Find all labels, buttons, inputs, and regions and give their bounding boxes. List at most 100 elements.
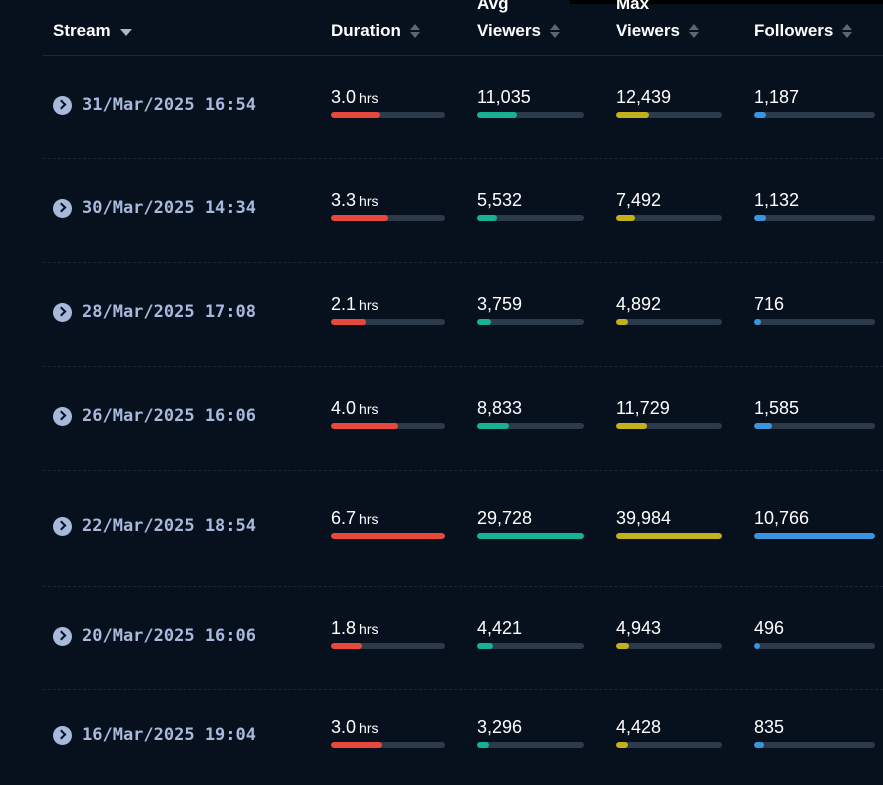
duration-number: 6.7 (331, 508, 357, 528)
expand-chevron-icon[interactable] (53, 198, 72, 218)
avg-viewers-bar-fill (477, 643, 494, 649)
followers-bar-fill (754, 423, 773, 429)
stream-link[interactable]: 20/Mar/2025 16:06 (53, 626, 256, 646)
followers-value: 1,132 (754, 190, 875, 210)
duration-bar-fill (331, 215, 388, 221)
avg-viewers-cell: 3,759 (477, 294, 584, 325)
max-viewers-cell: 12,439 (616, 87, 722, 118)
followers-cell: 1,585 (754, 398, 875, 429)
max-viewers-number: 39,984 (616, 508, 672, 528)
sort-icon[interactable] (842, 23, 853, 39)
table-row[interactable]: 26/Mar/2025 16:06 4.0 hrs 8,833 11,729 1,585 (43, 366, 883, 471)
table-row[interactable]: 22/Mar/2025 18:54 6.7 hrs 29,728 39,984 10,76… (43, 470, 883, 587)
avg-viewers-value: 8,833 (477, 398, 584, 418)
followers-cell: 1,187 (754, 87, 875, 118)
table-row[interactable]: 28/Mar/2025 17:08 2.1 hrs 3,759 4,892 716 (43, 262, 883, 367)
max-viewers-cell: 7,492 (616, 190, 722, 221)
table-row[interactable]: 30/Mar/2025 14:34 3.3 hrs 5,532 7,492 1,132 (43, 158, 883, 263)
max-viewers-bar-track (616, 533, 722, 539)
stream-date[interactable]: 26/Mar/2025 16:06 (82, 406, 256, 426)
column-header-duration-label: Duration (331, 21, 401, 40)
stream-link[interactable]: 28/Mar/2025 17:08 (53, 302, 256, 322)
max-viewers-bar-track (616, 319, 722, 325)
followers-value: 10,766 (754, 508, 875, 528)
avg-viewers-bar-fill (477, 319, 491, 325)
followers-cell: 10,766 (754, 508, 875, 539)
stream-date[interactable]: 28/Mar/2025 17:08 (82, 302, 256, 322)
expand-chevron-icon[interactable] (53, 626, 72, 646)
avg-viewers-cell: 3,296 (477, 717, 584, 748)
max-viewers-cell: 39,984 (616, 508, 722, 539)
max-viewers-bar-fill (616, 742, 628, 748)
stream-date[interactable]: 30/Mar/2025 14:34 (82, 198, 256, 218)
max-viewers-value: 12,439 (616, 87, 722, 107)
stream-date[interactable]: 20/Mar/2025 16:06 (82, 626, 256, 646)
stream-link[interactable]: 31/Mar/2025 16:54 (53, 95, 256, 115)
duration-cell: 3.3 hrs (331, 190, 445, 221)
max-viewers-bar-track (616, 215, 722, 221)
followers-cell: 835 (754, 717, 875, 748)
stream-date[interactable]: 31/Mar/2025 16:54 (82, 95, 256, 115)
stream-date[interactable]: 16/Mar/2025 19:04 (82, 725, 256, 745)
avg-viewers-value: 3,296 (477, 717, 584, 737)
duration-unit: hrs (359, 511, 379, 527)
stream-link[interactable]: 16/Mar/2025 19:04 (53, 725, 256, 745)
duration-cell: 4.0 hrs (331, 398, 445, 429)
table-row[interactable]: 16/Mar/2025 19:04 3.0 hrs 3,296 4,428 835 (43, 689, 883, 785)
followers-bar-track (754, 319, 875, 325)
followers-bar-fill (754, 112, 767, 118)
followers-bar-track (754, 112, 875, 118)
avg-viewers-bar-fill (477, 742, 489, 748)
column-header-max-viewers-line1: Max (616, 0, 650, 13)
table-row[interactable]: 31/Mar/2025 16:54 3.0 hrs 11,035 12,439 1,187 (43, 56, 883, 159)
stream-link[interactable]: 22/Mar/2025 18:54 (53, 516, 256, 536)
duration-cell: 2.1 hrs (331, 294, 445, 325)
max-viewers-bar-fill (616, 215, 636, 221)
expand-chevron-icon[interactable] (53, 516, 72, 536)
duration-bar-fill (331, 319, 367, 325)
max-viewers-value: 4,892 (616, 294, 722, 314)
duration-cell: 1.8 hrs (331, 618, 445, 649)
sort-icon[interactable] (549, 23, 560, 39)
expand-chevron-icon[interactable] (53, 406, 72, 426)
duration-number: 3.0 (331, 717, 357, 737)
expand-chevron-icon[interactable] (53, 95, 72, 115)
duration-number: 4.0 (331, 398, 357, 418)
column-header-avg-viewers-line2: Viewers (477, 21, 541, 40)
followers-value: 1,585 (754, 398, 875, 418)
avg-viewers-value: 5,532 (477, 190, 584, 210)
followers-number: 1,585 (754, 398, 800, 418)
duration-bar-track (331, 533, 445, 539)
avg-viewers-cell: 4,421 (477, 618, 584, 649)
stream-link[interactable]: 26/Mar/2025 16:06 (53, 406, 256, 426)
sort-desc-icon[interactable] (119, 28, 132, 36)
avg-viewers-bar-fill (477, 533, 584, 539)
expand-chevron-icon[interactable] (53, 302, 72, 322)
avg-viewers-number: 11,035 (477, 87, 531, 107)
avg-viewers-bar-fill (477, 112, 517, 118)
max-viewers-value: 7,492 (616, 190, 722, 210)
stream-date[interactable]: 22/Mar/2025 18:54 (82, 516, 256, 536)
expand-chevron-icon[interactable] (53, 725, 72, 745)
sort-icon[interactable] (409, 23, 420, 39)
sort-icon[interactable] (688, 23, 699, 39)
max-viewers-bar-track (616, 643, 722, 649)
max-viewers-number: 7,492 (616, 190, 662, 210)
avg-viewers-bar-track (477, 112, 584, 118)
table-row[interactable]: 20/Mar/2025 16:06 1.8 hrs 4,421 4,943 496 (43, 586, 883, 690)
duration-cell: 3.0 hrs (331, 717, 445, 748)
duration-value: 3.0 hrs (331, 717, 445, 737)
max-viewers-number: 4,943 (616, 618, 662, 638)
max-viewers-number: 12,439 (616, 87, 672, 107)
streams-table: Stream Duration Avg Viewers Max Viewers (0, 0, 883, 785)
duration-unit: hrs (359, 90, 379, 106)
followers-value: 496 (754, 618, 875, 638)
avg-viewers-bar-track (477, 742, 584, 748)
duration-value: 4.0 hrs (331, 398, 445, 418)
duration-bar-track (331, 215, 445, 221)
max-viewers-bar-fill (616, 319, 628, 325)
duration-bar-fill (331, 742, 383, 748)
stream-link[interactable]: 30/Mar/2025 14:34 (53, 198, 256, 218)
followers-bar-track (754, 533, 875, 539)
avg-viewers-cell: 29,728 (477, 508, 584, 539)
